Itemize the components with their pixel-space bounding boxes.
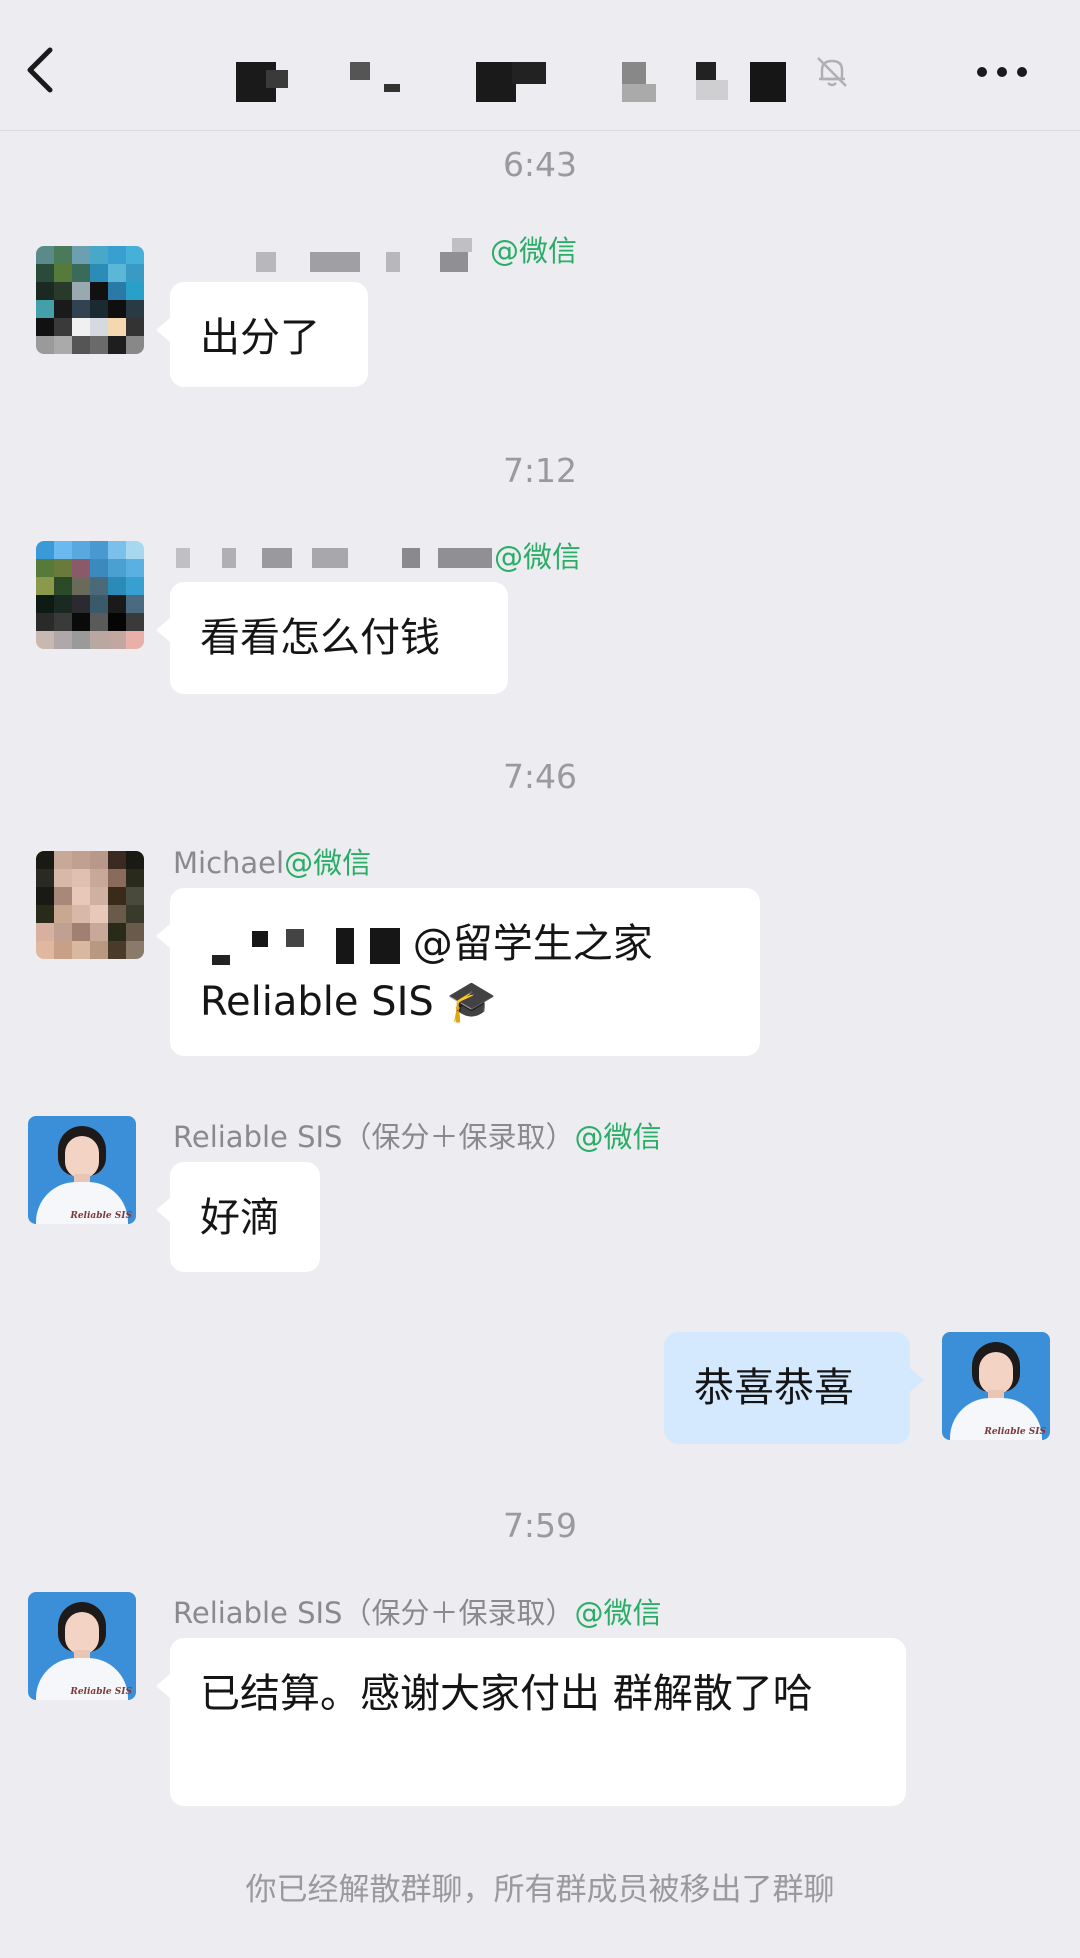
bell-muted-icon — [817, 57, 847, 87]
sender-tag: @微信 — [490, 234, 578, 268]
redacted-text — [286, 929, 304, 947]
avatar[interactable] — [36, 246, 144, 354]
system-notice: 你已经解散群聊，所有群成员被移出了群聊 — [245, 1872, 835, 1908]
timestamp: 7:59 — [502, 1506, 578, 1545]
message-text: Reliable SIS 🎓 — [200, 979, 497, 1025]
sender-name: Michael@微信 — [173, 846, 372, 880]
timestamp: 7:46 — [502, 757, 578, 796]
message-bubble[interactable]: 看看怎么付钱 — [156, 582, 508, 694]
message-bubble[interactable]: 已结算。感谢大家付出 群解散了哈 — [156, 1638, 906, 1806]
message-bubble[interactable]: 出分了 — [156, 282, 368, 387]
message-bubble[interactable]: 好滴 — [156, 1162, 320, 1272]
avatar[interactable]: Reliable SIS — [28, 1116, 136, 1224]
redacted-text — [212, 955, 230, 965]
timestamp: 7:12 — [502, 451, 578, 490]
avatar[interactable]: Reliable SIS — [28, 1592, 136, 1700]
sender-name: Reliable SIS（保分＋保录取）@微信 — [173, 1120, 662, 1154]
group-title-redacted — [236, 56, 796, 102]
avatar[interactable] — [36, 851, 144, 959]
avatar[interactable] — [36, 541, 144, 649]
redacted-text — [336, 928, 354, 964]
chat-header — [0, 0, 1080, 131]
my-avatar[interactable]: Reliable SIS — [942, 1332, 1050, 1440]
my-message-bubble[interactable]: 恭喜恭喜 — [664, 1332, 924, 1444]
sender-name: Reliable SIS（保分＋保录取）@微信 — [173, 1596, 662, 1630]
sender-tag: @微信 — [494, 540, 582, 574]
mention[interactable]: @留学生之家 — [413, 921, 653, 967]
sender-name-redacted — [256, 238, 492, 274]
redacted-text — [370, 928, 400, 964]
message-bubble[interactable]: @留学生之家 Reliable SIS 🎓 — [156, 888, 760, 1056]
more-dots-icon[interactable] — [972, 52, 1032, 92]
chevron-left-icon[interactable] — [20, 40, 60, 100]
sender-name-redacted — [176, 548, 496, 570]
timestamp: 6:43 — [502, 145, 578, 184]
redacted-text — [252, 931, 268, 947]
